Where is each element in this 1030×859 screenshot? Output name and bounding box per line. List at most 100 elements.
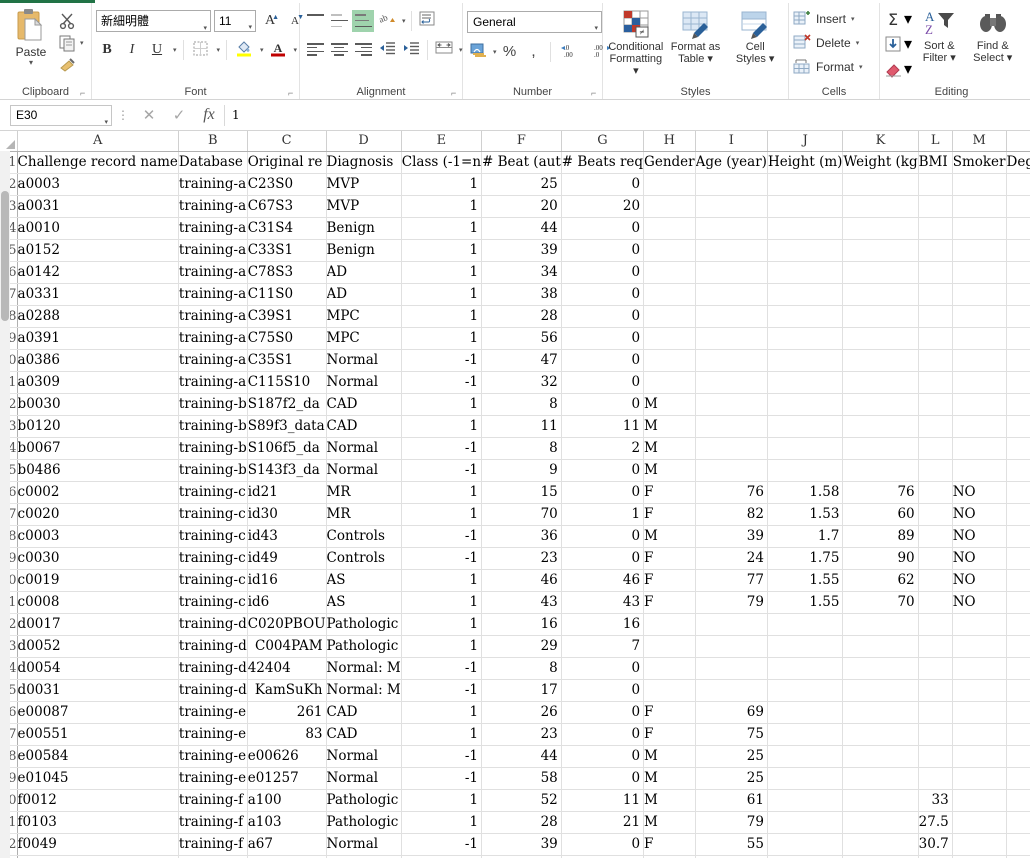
cell-I2[interactable] [695,173,768,196]
autosum-button[interactable]: Σ ▾ [884,7,912,31]
number-format-select[interactable]: General ▾ [467,10,602,33]
cell-B4[interactable]: training-a [178,217,248,240]
cell-E2[interactable]: 1 [401,173,483,196]
cell-D13[interactable]: CAD [326,415,402,438]
cell-I28[interactable]: 25 [695,745,768,768]
cell-E15[interactable]: -1 [401,459,483,482]
cell-N24[interactable] [1006,657,1030,680]
cell-H7[interactable] [643,283,696,306]
sort-filter-button[interactable]: A Z Sort & Filter ▾ [913,7,965,64]
cell-C22[interactable]: C020PBOU [247,613,327,636]
cell-C20[interactable]: id16 [247,569,327,592]
cell-M12[interactable] [952,393,1007,416]
cell-D20[interactable]: AS [326,569,402,592]
cell-C30[interactable]: a100 [247,789,327,812]
cell-K33[interactable] [842,855,919,858]
cell-L30[interactable]: 33 [918,789,953,812]
cell-L2[interactable] [918,173,953,196]
cell-J26[interactable] [767,701,844,724]
cell-M11[interactable] [952,371,1007,394]
cell-L10[interactable] [918,349,953,372]
cell-I25[interactable] [695,679,768,702]
cell-M6[interactable] [952,261,1007,284]
cell-H25[interactable] [643,679,696,702]
increase-indent-button[interactable] [400,39,422,61]
cell-G7[interactable]: 0 [561,283,645,306]
cell-B1[interactable]: Database [178,151,248,174]
cell-E32[interactable]: -1 [401,833,483,856]
cell-F13[interactable]: 11 [481,415,562,438]
cell-K29[interactable] [842,767,919,790]
cell-C33[interactable]: a112 [247,855,327,858]
cell-E8[interactable]: 1 [401,305,483,328]
fill-button[interactable]: ▾ [884,32,912,56]
cell-F3[interactable]: 20 [481,195,562,218]
cell-M19[interactable]: NO [952,547,1007,570]
cell-L15[interactable] [918,459,953,482]
cell-L14[interactable] [918,437,953,460]
cell-D24[interactable]: Normal: M [326,657,402,680]
cell-G26[interactable]: 0 [561,701,645,724]
cell-K20[interactable]: 62 [842,569,919,592]
cell-D15[interactable]: Normal [326,459,402,482]
cell-I9[interactable] [695,327,768,350]
cell-K19[interactable]: 90 [842,547,919,570]
cell-A9[interactable]: a0391 [17,327,179,350]
cell-I31[interactable]: 79 [695,811,768,834]
cell-G18[interactable]: 0 [561,525,645,548]
cell-C21[interactable]: id6 [247,591,327,614]
cell-H14[interactable]: M [643,437,696,460]
cell-L12[interactable] [918,393,953,416]
cell-J21[interactable]: 1.55 [767,591,844,614]
accounting-format-button[interactable] [467,41,489,63]
cell-L23[interactable] [918,635,953,658]
cell-H27[interactable]: F [643,723,696,746]
cell-F25[interactable]: 17 [481,679,562,702]
cell-H31[interactable]: M [643,811,696,834]
cell-I23[interactable] [695,635,768,658]
cell-N12[interactable] [1006,393,1030,416]
cell-A15[interactable]: b0486 [17,459,179,482]
cell-A20[interactable]: c0019 [17,569,179,592]
cell-D28[interactable]: Normal [326,745,402,768]
cell-N22[interactable] [1006,613,1030,636]
cell-H13[interactable]: M [643,415,696,438]
borders-dropdown-caret[interactable]: ▾ [217,46,221,54]
cell-D17[interactable]: MR [326,503,402,526]
cell-G24[interactable]: 0 [561,657,645,680]
cell-K23[interactable] [842,635,919,658]
cell-C8[interactable]: C39S1 [247,305,327,328]
cell-L9[interactable] [918,327,953,350]
cell-B20[interactable]: training-c [178,569,248,592]
cell-B28[interactable]: training-e [178,745,248,768]
cell-N1[interactable]: Degree of S [1006,151,1030,174]
cell-E24[interactable]: -1 [401,657,483,680]
paste-button[interactable]: Paste ▾ [4,8,58,67]
cell-H3[interactable] [643,195,696,218]
cell-F5[interactable]: 39 [481,239,562,262]
insert-cells-button[interactable]: Insert ▾ [793,7,857,31]
cell-D2[interactable]: MVP [326,173,402,196]
cell-M8[interactable] [952,305,1007,328]
cell-G10[interactable]: 0 [561,349,645,372]
cell-A27[interactable]: e00551 [17,723,179,746]
cell-A18[interactable]: c0003 [17,525,179,548]
cell-L11[interactable] [918,371,953,394]
cell-J11[interactable] [767,371,844,394]
cell-M18[interactable]: NO [952,525,1007,548]
cell-A24[interactable]: d0054 [17,657,179,680]
cell-E13[interactable]: 1 [401,415,483,438]
cell-H28[interactable]: M [643,745,696,768]
cell-F20[interactable]: 46 [481,569,562,592]
cell-M31[interactable] [952,811,1007,834]
cell-K4[interactable] [842,217,919,240]
bold-button[interactable]: B [96,39,118,61]
cell-N26[interactable] [1006,701,1030,724]
cell-L31[interactable]: 27.5 [918,811,953,834]
cell-A10[interactable]: a0386 [17,349,179,372]
cell-G5[interactable]: 0 [561,239,645,262]
cell-F8[interactable]: 28 [481,305,562,328]
cell-E26[interactable]: 1 [401,701,483,724]
cell-A33[interactable]: f0112 [17,855,179,858]
font-size-caret[interactable]: ▾ [248,18,252,38]
